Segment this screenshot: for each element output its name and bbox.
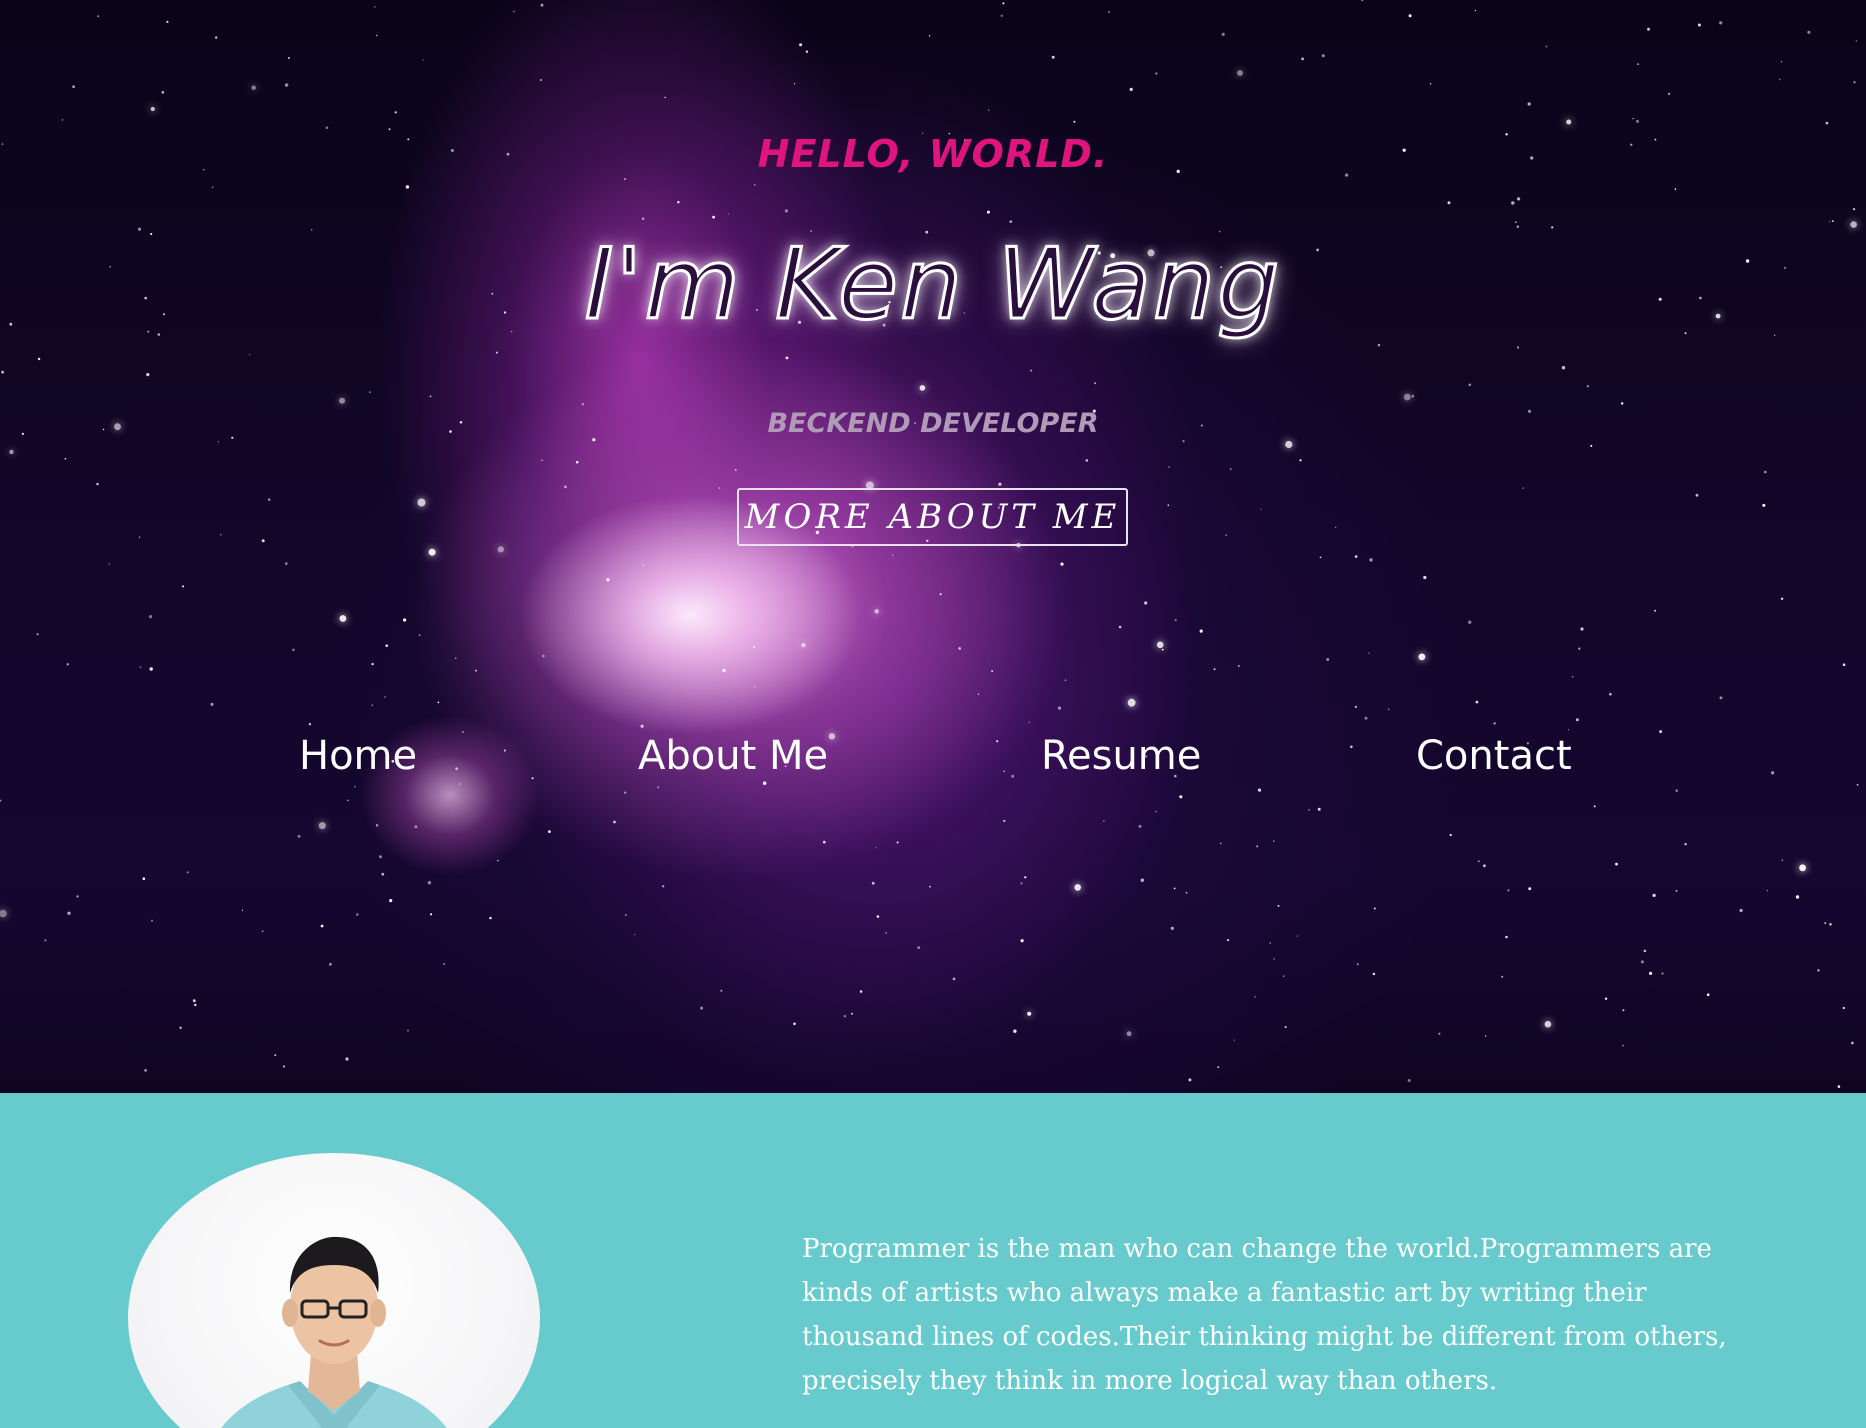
hero-role: BECKEND DEVELOPER (767, 408, 1099, 439)
about-section: Programmer is the man who can change the… (0, 1093, 1866, 1428)
nav-home[interactable]: Home (299, 733, 417, 779)
nav-contact[interactable]: Contact (1416, 733, 1572, 779)
person-portrait-image (221, 1236, 447, 1428)
bio-text: Programmer is the man who can change the… (802, 1234, 1727, 1396)
main-nav: Home About Me Resume Contact (0, 733, 1866, 793)
profile-photo (128, 1153, 540, 1428)
hero-section: HELLO, WORLD. I'm Ken Wang BECKEND DEVEL… (0, 0, 1866, 1093)
nav-resume[interactable]: Resume (1041, 733, 1201, 779)
more-about-me-button[interactable]: MORE ABOUT ME (737, 488, 1128, 546)
hero-greeting: HELLO, WORLD. (757, 132, 1109, 176)
nav-about-me[interactable]: About Me (638, 733, 828, 779)
hero-name: I'm Ken Wang (583, 227, 1282, 344)
